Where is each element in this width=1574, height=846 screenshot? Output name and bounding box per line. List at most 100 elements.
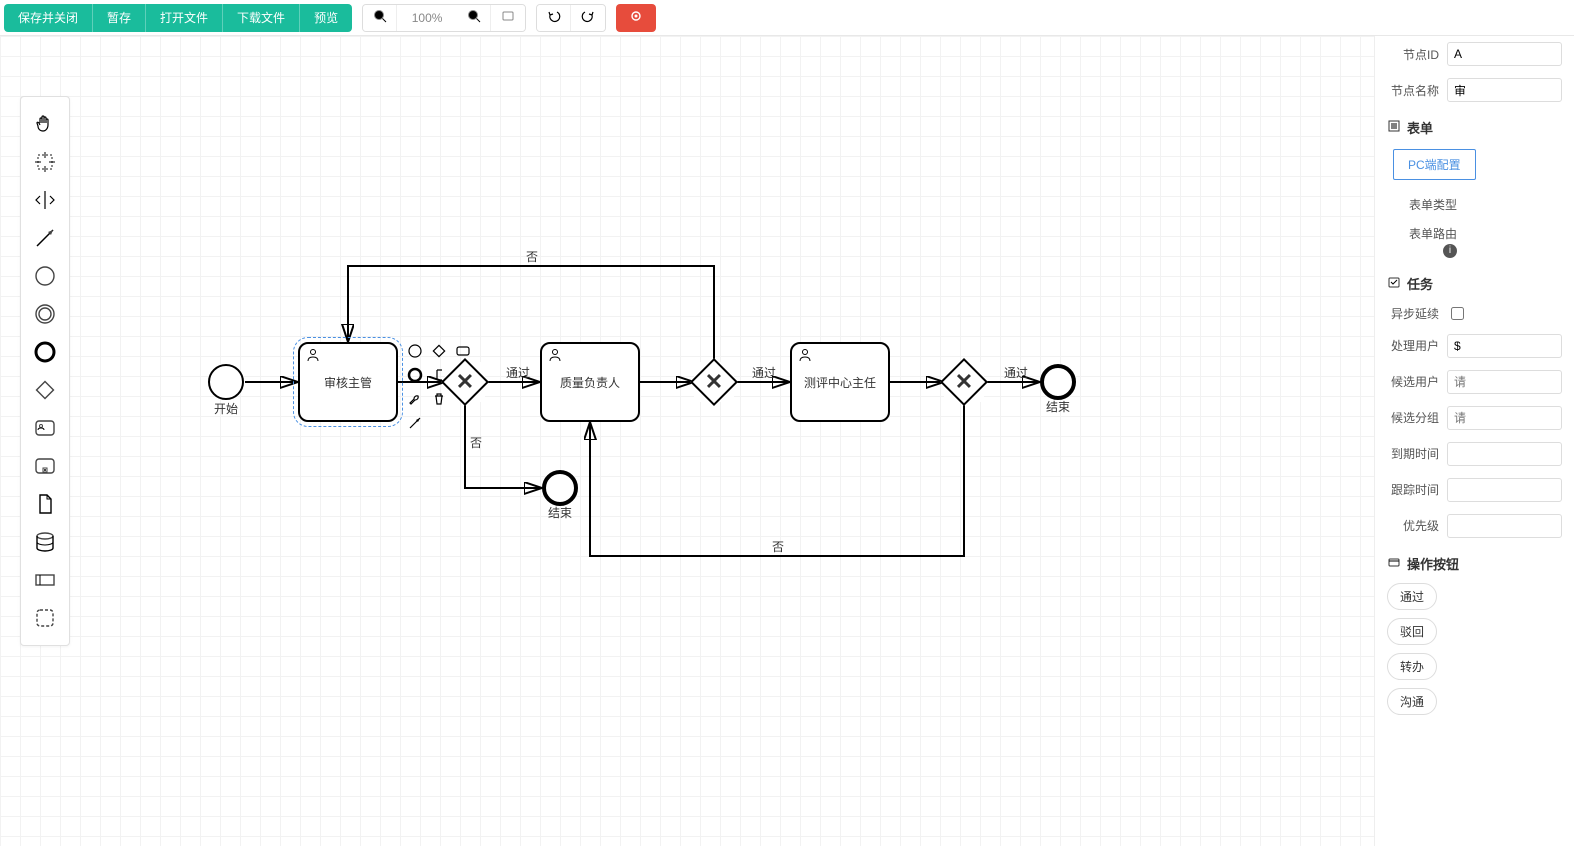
start-event-tool[interactable] — [28, 257, 62, 295]
end-event-2[interactable]: 结束 — [542, 470, 578, 506]
edge-label-gw3-pass: 通过 — [1002, 364, 1030, 381]
priority-input[interactable] — [1447, 514, 1562, 538]
zoom-reset-icon — [501, 9, 515, 26]
zoom-in-icon — [467, 9, 481, 26]
pad-append-event[interactable] — [406, 342, 424, 360]
participant-tool[interactable] — [28, 561, 62, 599]
edge-label-gw1-pass: 通过 — [504, 364, 532, 381]
task-label: 质量负责人 — [560, 374, 620, 391]
action-section-title: 操作按钮 — [1407, 554, 1459, 573]
zoom-out-icon — [373, 9, 387, 26]
task-section-title: 任务 — [1407, 274, 1433, 293]
due-time-input[interactable] — [1447, 442, 1562, 466]
action-section-head: 操作按钮 — [1375, 544, 1574, 579]
pad-wrench[interactable] — [406, 390, 424, 408]
zoom-in-button[interactable] — [457, 5, 491, 31]
handler-user-input[interactable] — [1447, 334, 1562, 358]
start-event-node[interactable]: 开始 — [208, 364, 244, 400]
candidate-user-label: 候选用户 — [1387, 373, 1447, 390]
pad-append-end-event[interactable] — [406, 366, 424, 384]
end-event-label: 结束 — [1046, 398, 1070, 415]
user-icon — [548, 348, 562, 365]
user-task-tool[interactable] — [28, 409, 62, 447]
action-reject[interactable]: 驳回 — [1387, 618, 1437, 645]
task-quality-owner[interactable]: 质量负责人 — [540, 342, 640, 422]
track-time-input[interactable] — [1447, 478, 1562, 502]
data-object-tool[interactable] — [28, 485, 62, 523]
edge-label-gw1-no: 否 — [468, 434, 484, 451]
tool-palette — [20, 96, 70, 646]
top-toolbar: 保存并关闭 暂存 打开文件 下载文件 预览 100% — [0, 0, 1574, 36]
group-tool[interactable] — [28, 599, 62, 637]
handler-user-label: 处理用户 — [1387, 337, 1447, 354]
start-event-label: 开始 — [214, 400, 238, 417]
pad-append-task[interactable] — [454, 342, 472, 360]
async-continue-checkbox[interactable] — [1451, 307, 1464, 320]
gateway-3[interactable]: ✕ — [944, 362, 984, 402]
gateway-1[interactable]: ✕ — [445, 362, 485, 402]
action-pass[interactable]: 通过 — [1387, 583, 1437, 610]
history-controls — [536, 4, 606, 32]
end-event-tool[interactable] — [28, 333, 62, 371]
record-icon — [629, 9, 643, 26]
subprocess-tool[interactable] — [28, 447, 62, 485]
zoom-controls: 100% — [362, 4, 526, 32]
candidate-user-input[interactable] — [1447, 370, 1562, 394]
task-label: 测评中心主任 — [804, 374, 876, 391]
task-label: 审核主管 — [324, 374, 372, 391]
preview-button[interactable]: 预览 — [300, 4, 352, 32]
track-time-label: 跟踪时间 — [1387, 481, 1447, 498]
gateway-2[interactable]: ✕ — [694, 362, 734, 402]
zoom-reset-button[interactable] — [491, 5, 525, 31]
redo-button[interactable] — [571, 5, 605, 31]
node-name-label: 节点名称 — [1387, 82, 1447, 99]
task-eval-director[interactable]: 测评中心主任 — [790, 342, 890, 422]
connection-tool[interactable] — [28, 219, 62, 257]
node-id-input[interactable] — [1447, 42, 1562, 66]
form-type-label: 表单类型 — [1405, 196, 1465, 213]
form-section-head: 表单 — [1375, 108, 1574, 143]
due-time-label: 到期时间 — [1387, 445, 1447, 462]
candidate-group-input[interactable] — [1447, 406, 1562, 430]
zoom-out-button[interactable] — [363, 5, 397, 31]
end-event-label: 结束 — [548, 504, 572, 521]
lasso-tool[interactable] — [28, 143, 62, 181]
pc-config-tab[interactable]: PC端配置 — [1393, 149, 1476, 180]
task-icon — [1387, 275, 1401, 292]
form-section-title: 表单 — [1407, 118, 1433, 137]
hand-tool[interactable] — [28, 105, 62, 143]
edge-label-gw2-no: 否 — [524, 248, 540, 265]
data-store-tool[interactable] — [28, 523, 62, 561]
pad-connect[interactable] — [406, 414, 424, 432]
node-name-input[interactable] — [1447, 78, 1562, 102]
end-event-1[interactable]: 结束 — [1040, 364, 1076, 400]
space-tool[interactable] — [28, 181, 62, 219]
task-review-supervisor[interactable]: 审核主管 — [298, 342, 398, 422]
edge-label-gw3-no: 否 — [770, 538, 786, 555]
open-file-button[interactable]: 打开文件 — [146, 4, 223, 32]
form-icon — [1387, 119, 1401, 136]
priority-label: 优先级 — [1387, 517, 1447, 534]
save-temp-button[interactable]: 暂存 — [93, 4, 146, 32]
intermediate-event-tool[interactable] — [28, 295, 62, 333]
action-icon — [1387, 555, 1401, 572]
gateway-tool[interactable] — [28, 371, 62, 409]
async-continue-label: 异步延续 — [1387, 305, 1447, 322]
properties-panel: 节点ID 节点名称 表单 PC端配置 表单类型 表单路由 i — [1374, 36, 1574, 846]
undo-icon — [547, 9, 561, 26]
node-id-label: 节点ID — [1387, 46, 1447, 63]
form-route-label: 表单路由 i — [1405, 225, 1465, 258]
undo-button[interactable] — [537, 5, 571, 31]
save-close-button[interactable]: 保存并关闭 — [4, 4, 93, 32]
redo-icon — [581, 9, 595, 26]
record-button[interactable] — [616, 4, 656, 32]
action-communicate[interactable]: 沟通 — [1387, 688, 1437, 715]
canvas[interactable]: 开始 审核主管 ✕ — [0, 36, 1374, 846]
info-icon: i — [1443, 244, 1457, 258]
pad-append-gateway[interactable] — [430, 342, 448, 360]
action-transfer[interactable]: 转办 — [1387, 653, 1437, 680]
download-file-button[interactable]: 下载文件 — [223, 4, 300, 32]
diagram-edges — [0, 36, 1374, 846]
user-icon — [306, 348, 320, 365]
candidate-group-label: 候选分组 — [1387, 409, 1447, 426]
